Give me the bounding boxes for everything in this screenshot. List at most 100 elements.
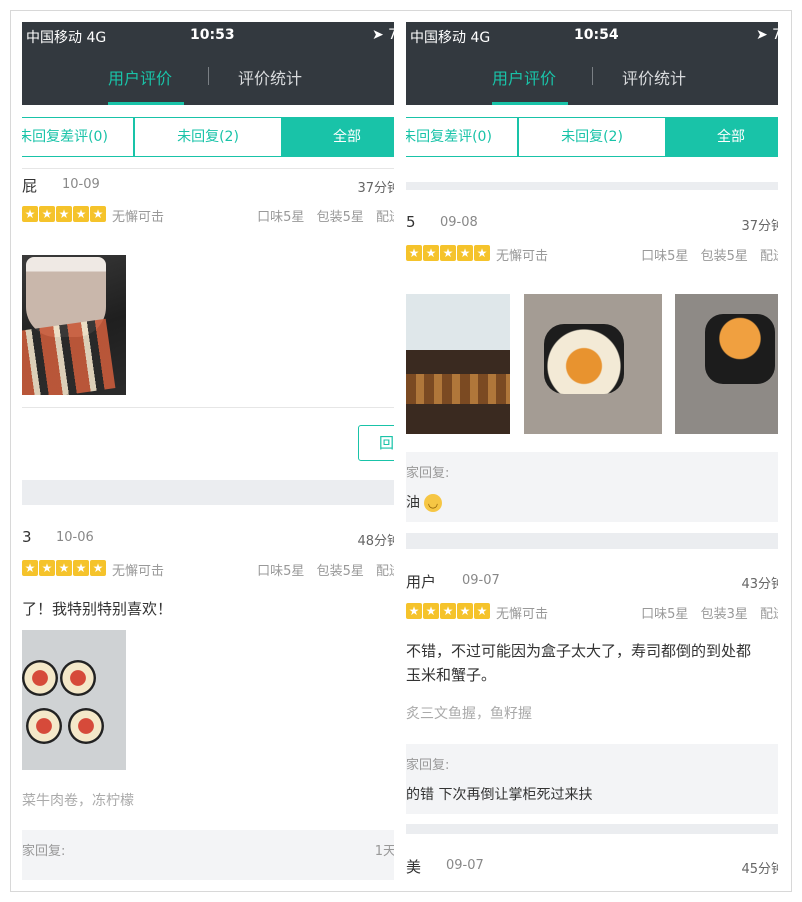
reviewer-name: 屁	[22, 177, 38, 195]
tab-user-reviews[interactable]: 用户评价	[492, 65, 556, 89]
review-header: 5 09-08 37分钟	[406, 213, 778, 235]
filter-unreplied-bad[interactable]: 未回复差评(0)	[406, 117, 518, 157]
review-header: 屁 10-09 37分钟	[22, 175, 394, 197]
review-time-ago: 37分钟	[357, 181, 394, 196]
review-date: 09-07	[462, 573, 500, 588]
section-gap	[22, 480, 394, 505]
rating-row: ★ ★ ★ ★ ★ 无懈可击 口味5星 包装5星 配送	[406, 245, 778, 264]
star-icon: ★	[423, 603, 439, 619]
status-bar: 中国移动 4G 10:53 ➤ 78	[22, 22, 394, 50]
filter-unreplied-bad[interactable]: 未回复差评(0)	[22, 117, 134, 157]
star-icon: ★	[457, 245, 473, 261]
tab-review-stats[interactable]: 评价统计	[622, 65, 686, 89]
review-photo[interactable]	[524, 294, 662, 434]
merchant-reply: 家回复: 油 ◡	[406, 452, 778, 522]
star-icon: ★	[474, 245, 490, 261]
review-date: 10-09	[62, 177, 100, 192]
top-tabs: 用户评价 评价统计	[406, 62, 778, 105]
review-date: 09-08	[440, 215, 478, 230]
location-arrow-icon: ➤	[755, 27, 768, 43]
carrier-label: 中国移动 4G	[26, 30, 107, 46]
rating-delivery: 配送	[759, 607, 778, 622]
active-tab-indicator	[492, 102, 568, 105]
location-arrow-icon: ➤	[371, 27, 384, 43]
star-icon: ★	[56, 560, 72, 576]
review-header: 3 10-06 48分钟	[22, 528, 394, 550]
rating-row: ★ ★ ★ ★ ★ 无懈可击 口味5星 包装5星 配送	[22, 560, 394, 579]
filter-all[interactable]: 全部	[666, 117, 778, 157]
rating-delivery: 配送	[759, 249, 778, 264]
star-icon: ★	[457, 603, 473, 619]
rating-label: 无懈可击	[496, 607, 549, 622]
reviewer-name: 3	[22, 528, 32, 546]
star-icon: ★	[406, 245, 422, 261]
app-header: 中国移动 4G 10:54 ➤ 78 用户评价 评价统计	[406, 22, 778, 105]
reviewer-name: 美	[406, 858, 422, 876]
phone-screen-right: 中国移动 4G 10:54 ➤ 78 用户评价 评价统计 未回复差评(0) 未回…	[406, 22, 778, 880]
ordered-items: 菜牛肉卷，冻柠檬	[22, 793, 134, 809]
filter-unreplied[interactable]: 未回复(2)	[134, 117, 282, 157]
rating-packaging: 包装5星	[316, 210, 364, 225]
review-photo[interactable]	[22, 255, 126, 395]
reply-text: 的错 下次再倒让掌柜死过来扶	[406, 787, 593, 803]
clock: 10:53	[190, 27, 235, 43]
top-tabs: 用户评价 评价统计	[22, 62, 394, 105]
reply-label: 家回复:	[406, 466, 450, 481]
sub-ratings: 口味5星 包装3星 配送	[633, 603, 778, 622]
star-icon: ★	[474, 603, 490, 619]
review-photo[interactable]	[406, 294, 510, 434]
tab-user-reviews[interactable]: 用户评价	[108, 65, 172, 89]
review-photo[interactable]	[675, 294, 778, 434]
status-bar: 中国移动 4G 10:54 ➤ 78	[406, 22, 778, 50]
app-header: 中国移动 4G 10:53 ➤ 78 用户评价 评价统计	[22, 22, 394, 105]
ordered-items: 炙三文鱼握，鱼籽握	[406, 706, 532, 722]
section-gap	[406, 182, 778, 190]
carrier-label: 中国移动 4G	[410, 30, 491, 46]
rating-packaging: 包装5星	[700, 249, 748, 264]
rating-packaging: 包装3星	[700, 607, 748, 622]
rating-label: 无懈可击	[112, 210, 165, 225]
star-icon: ★	[22, 560, 38, 576]
filter-all[interactable]: 全部	[282, 117, 394, 157]
reply-button[interactable]: 回复	[358, 425, 394, 461]
star-icon: ★	[22, 206, 38, 222]
merchant-reply: 家回复: 1天	[22, 830, 394, 880]
phone-screen-left: 中国移动 4G 10:53 ➤ 78 用户评价 评价统计 未回复差评(0) 未回…	[22, 22, 394, 880]
section-gap	[406, 824, 778, 834]
sub-ratings: 口味5星 包装5星 配送	[633, 245, 778, 264]
rating-label: 无懈可击	[112, 564, 165, 579]
review-photo[interactable]	[22, 630, 126, 770]
filter-bar: 未回复差评(0) 未回复(2) 全部	[22, 117, 394, 157]
star-icon: ★	[423, 245, 439, 261]
star-icon: ★	[73, 206, 89, 222]
star-icon: ★	[39, 206, 55, 222]
review-date: 09-07	[446, 858, 484, 873]
tab-review-stats[interactable]: 评价统计	[238, 65, 302, 89]
star-icon: ★	[90, 206, 106, 222]
reply-text: 油 ◡	[406, 492, 442, 512]
star-icon: ★	[440, 603, 456, 619]
review-time-ago: 43分钟	[741, 577, 778, 592]
tab-divider	[592, 67, 593, 85]
review-time-ago: 45分钟	[741, 862, 778, 877]
review-time-ago: 48分钟	[357, 534, 394, 549]
review-text-line2: 玉米和蟹子。	[406, 666, 497, 684]
filter-bar: 未回复差评(0) 未回复(2) 全部	[406, 117, 778, 157]
reviewer-name: 用户	[406, 573, 437, 591]
review-header: 用户 09-07 43分钟	[406, 571, 778, 593]
rating-taste: 口味5星	[257, 210, 305, 225]
reply-label: 家回复:	[22, 844, 66, 859]
rating-row: ★ ★ ★ ★ ★ 无懈可击 口味5星 包装5星 配送	[22, 206, 394, 225]
active-tab-indicator	[108, 102, 184, 105]
rating-label: 无懈可击	[496, 249, 549, 264]
sub-ratings: 口味5星 包装5星 配送	[249, 206, 394, 225]
rating-delivery: 配送	[375, 210, 394, 225]
clock: 10:54	[574, 27, 619, 43]
filter-unreplied[interactable]: 未回复(2)	[518, 117, 666, 157]
reply-label: 家回复:	[406, 758, 450, 773]
star-icon: ★	[73, 560, 89, 576]
battery-indicator: ➤ 78	[371, 27, 394, 43]
sub-ratings: 口味5星 包装5星 配送	[249, 560, 394, 579]
rating-taste: 口味5星	[641, 607, 689, 622]
star-icon: ★	[39, 560, 55, 576]
